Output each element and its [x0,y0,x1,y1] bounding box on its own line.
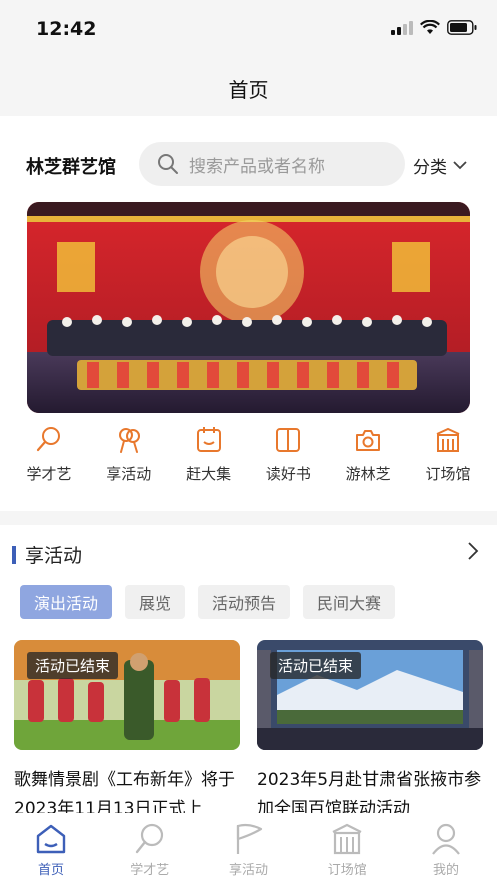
quick-entry-label: 游林芝 [345,465,391,483]
tab-label: 我的 [432,863,459,878]
filter-chip-preview[interactable]: 活动预告 [198,585,291,619]
tab-learn[interactable]: 学才艺 [125,813,175,883]
tab-label: 学才艺 [130,863,170,878]
tab-profile[interactable]: 我的 [421,813,471,883]
section-title: 享活动 [25,545,83,567]
status-time: 12:42 [36,18,97,40]
tab-activity[interactable]: 享活动 [224,813,274,883]
quick-entry-learn[interactable]: 学才艺 [10,425,88,484]
battery-icon [447,20,477,35]
filter-chip-performance[interactable]: 演出活动 [20,585,113,619]
tab-label: 享活动 [228,863,268,878]
quick-entry-venue[interactable]: 订场馆 [409,425,487,484]
filter-chip-folk-contest[interactable]: 民间大赛 [303,585,396,619]
building-icon [332,823,362,855]
quick-entry-label: 读好书 [265,465,311,483]
activity-card-image: 活动已结束 [257,640,483,750]
tab-label: 订场馆 [327,863,367,878]
tab-home[interactable]: 首页 [26,813,76,883]
home-header: 林芝群艺馆 搜索产品或者名称 分类 学才艺 享活动 赶大集 读好书 游林芝 订场… [0,116,497,511]
chevron-down-icon [453,161,467,170]
status-badge: 活动已结束 [27,652,119,679]
flag-icon [236,823,262,854]
brand-name: 林芝群艺馆 [26,157,116,178]
quick-entry-row: 学才艺 享活动 赶大集 读好书 游林芝 订场馆 [10,425,487,484]
activity-section: 享活动 演出活动 展览 活动预告 民间大赛 活动已结束 歌舞情景剧《工布新年》将… [0,525,497,825]
activity-card[interactable]: 活动已结束 歌舞情景剧《工布新年》将于2023年11月13日正式上 [14,640,240,824]
tab-venue[interactable]: 订场馆 [322,813,372,883]
quick-entry-activity[interactable]: 享活动 [90,425,168,484]
banner-image[interactable] [27,202,470,413]
user-icon [432,823,460,855]
tab-label: 首页 [37,863,64,878]
quick-entry-label: 享活动 [106,465,152,483]
search-icon [158,154,178,174]
calendar-icon [196,427,221,452]
ribbon-icon [118,428,140,453]
quick-entry-label: 学才艺 [26,465,72,483]
magnifier-icon [36,427,60,452]
section-header: 享活动 [12,541,82,568]
quick-entry-travel[interactable]: 游林芝 [329,425,407,484]
chevron-right-icon[interactable] [467,542,479,560]
filter-chip-exhibition[interactable]: 展览 [125,585,186,619]
page-title: 首页 [228,78,269,102]
search-placeholder: 搜索产品或者名称 [189,156,325,177]
section-accent-bar [12,545,16,564]
status-badge: 活动已结束 [270,652,362,679]
quick-entry-market[interactable]: 赶大集 [170,425,248,484]
category-label: 分类 [413,158,447,178]
banner-photo [27,202,470,413]
status-icons [391,20,477,35]
book-icon [276,428,301,452]
building-icon [436,427,460,452]
activity-card[interactable]: 活动已结束 2023年5月赴甘肃省张掖市参加全国百馆联动活动 [257,640,483,824]
magnifier-icon [135,823,163,854]
filter-chips: 演出活动 展览 活动预告 民间大赛 [20,585,396,619]
search-input[interactable]: 搜索产品或者名称 [139,142,405,186]
home-icon [36,824,66,854]
bottom-tab-bar: 首页 学才艺 享活动 订场馆 我的 [0,813,497,883]
signal-icon [391,20,413,35]
category-button[interactable]: 分类 [413,153,467,178]
quick-entry-books[interactable]: 读好书 [249,425,327,484]
quick-entry-label: 赶大集 [186,465,232,483]
quick-entry-label: 订场馆 [425,465,471,483]
status-bar: 12:42 [0,0,497,58]
activity-card-image: 活动已结束 [14,640,240,750]
nav-bar: 首页 [0,58,497,116]
wifi-icon [420,20,440,34]
camera-icon [356,430,381,451]
